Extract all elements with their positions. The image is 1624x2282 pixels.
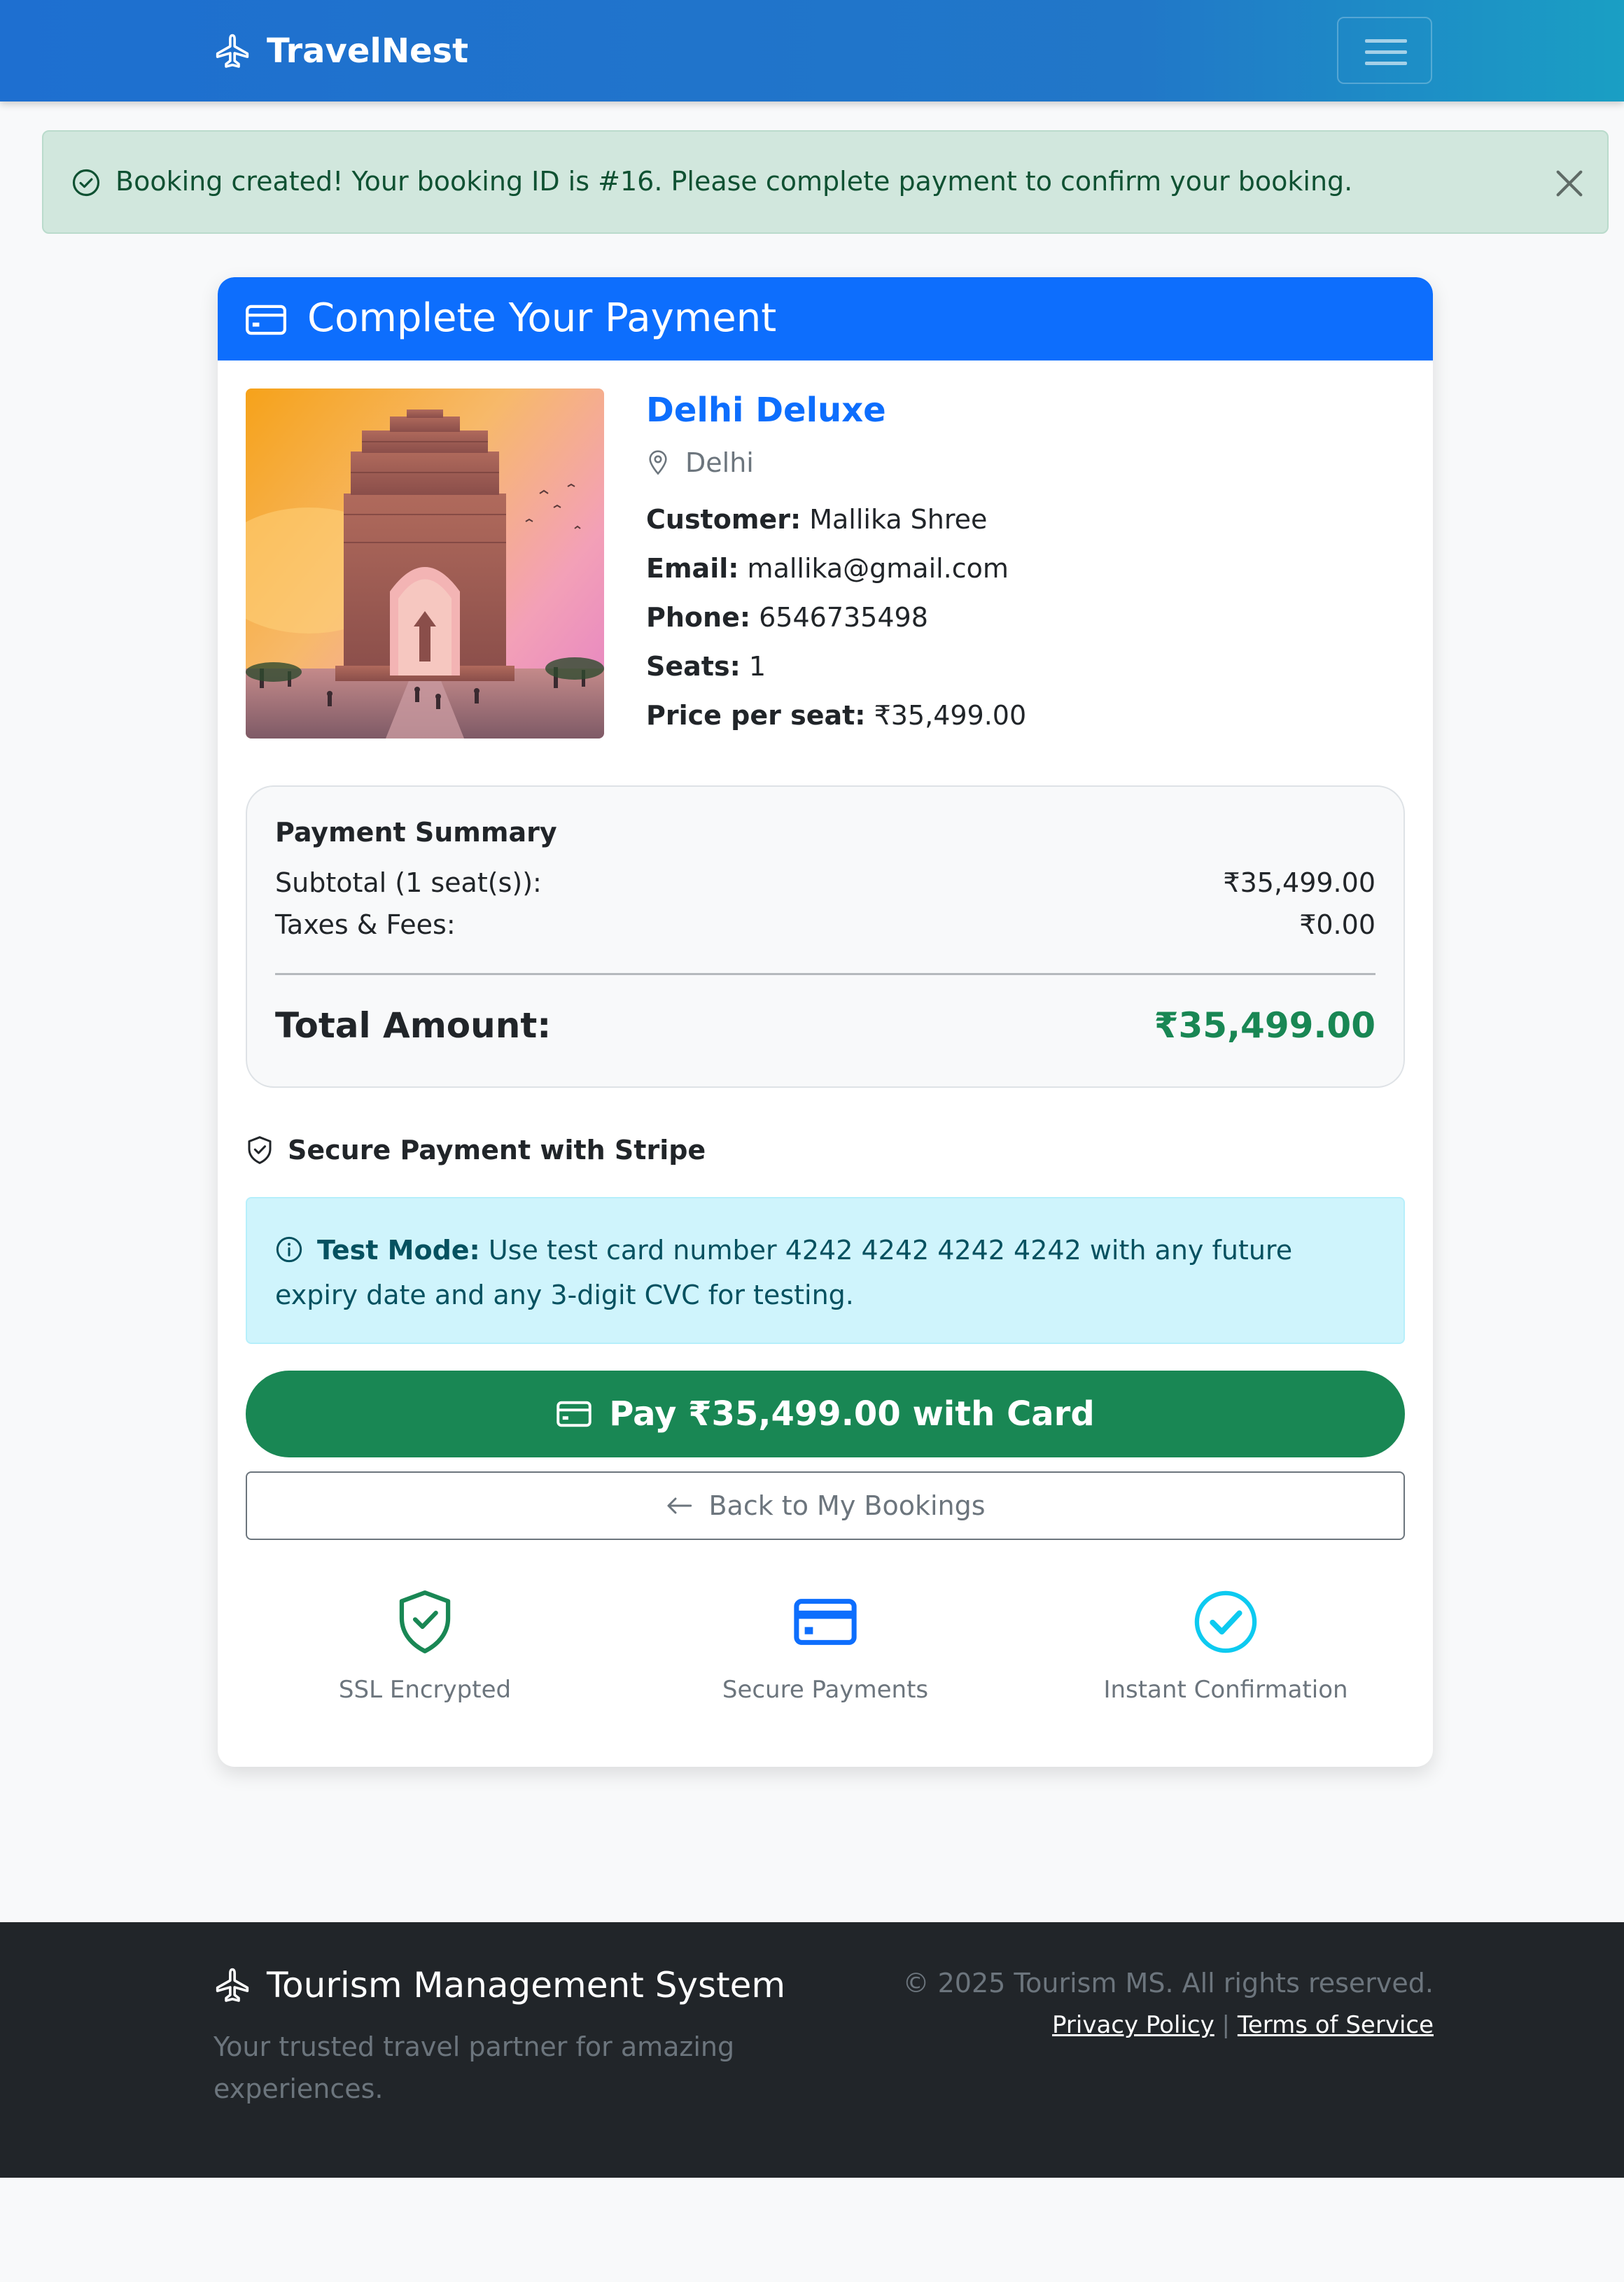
total-value: ₹35,499.00: [1154, 1005, 1376, 1046]
subtotal-label: Subtotal (1 seat(s)):: [275, 867, 542, 898]
credit-card-icon: [556, 1401, 592, 1427]
location-text: Delhi: [685, 447, 754, 478]
brand-name: TravelNest: [267, 31, 469, 71]
phone-value: 6546735498: [759, 602, 928, 633]
feature-instant-confirmation-label: Instant Confirmation: [1103, 1676, 1348, 1704]
card-title: Complete Your Payment: [307, 295, 777, 341]
feature-ssl: SSL Encrypted: [285, 1589, 565, 1705]
seats-value: 1: [748, 651, 766, 682]
footer-copyright: © 2025 Tourism MS. All rights reserved.: [902, 1968, 1434, 1998]
footer-tagline: Your trusted travel partner for amazing …: [214, 2031, 735, 2104]
brand-link[interactable]: TravelNest: [214, 28, 468, 74]
customer-row: Customer: Mallika Shree: [646, 502, 987, 537]
arrow-left-icon: [667, 1497, 692, 1514]
customer-label: Customer:: [646, 504, 802, 535]
phone-row: Phone: 6546735498: [646, 600, 928, 635]
hamburger-icon: [1365, 39, 1407, 43]
taxes-label: Taxes & Fees:: [275, 909, 456, 940]
hamburger-icon-line: [1365, 62, 1407, 65]
payment-card: Complete Your Payment Delhi Deluxe Delhi…: [218, 277, 1433, 1767]
secure-payment-heading: Secure Payment with Stripe: [246, 1133, 706, 1168]
alert-message: Booking created! Your booking ID is #16.…: [115, 166, 1353, 197]
test-mode-text: Test Mode: Use test card number 4242 424…: [275, 1228, 1381, 1317]
customer-value: Mallika Shree: [809, 504, 988, 535]
package-location: Delhi: [646, 445, 754, 480]
taxes-value: ₹0.00: [1299, 909, 1376, 940]
credit-card-icon: [246, 304, 286, 335]
close-icon[interactable]: [1550, 164, 1589, 203]
phone-label: Phone:: [646, 602, 751, 633]
payment-summary: Payment Summary Subtotal (1 seat(s)): ₹3…: [246, 785, 1405, 1088]
footer-title: Tourism Management System: [267, 1965, 786, 2005]
check-circle-icon: [72, 169, 100, 197]
seats-label: Seats:: [646, 651, 741, 682]
package-name: Delhi Deluxe: [646, 391, 886, 430]
summary-divider: [275, 973, 1376, 975]
card-header: Complete Your Payment: [218, 277, 1433, 360]
privacy-policy-link[interactable]: Privacy Policy: [1052, 2011, 1214, 2039]
terms-of-service-link[interactable]: Terms of Service: [1238, 2011, 1434, 2039]
airplane-icon: [216, 34, 249, 68]
taxes-row: Taxes & Fees: ₹0.00: [275, 907, 1376, 942]
check-circle-icon: [1194, 1590, 1257, 1653]
hamburger-icon-line: [1365, 50, 1407, 54]
secure-payment-text: Secure Payment with Stripe: [288, 1135, 706, 1166]
back-button-label: Back to My Bookings: [708, 1490, 986, 1521]
summary-title: Payment Summary: [275, 817, 557, 848]
navbar: TravelNest: [0, 0, 1624, 102]
price-label: Price per seat:: [646, 700, 866, 731]
airplane-icon: [216, 1968, 249, 2002]
price-row: Price per seat: ₹35,499.00: [646, 698, 1026, 733]
feature-secure-payments: Secure Payments: [685, 1589, 965, 1705]
subtotal-value: ₹35,499.00: [1223, 867, 1376, 898]
email-row: Email: mallika@gmail.com: [646, 551, 1009, 586]
total-label: Total Amount:: [275, 1005, 552, 1046]
india-gate-illustration: [246, 388, 604, 738]
subtotal-row: Subtotal (1 seat(s)): ₹35,499.00: [275, 865, 1376, 900]
info-circle-icon: [276, 1236, 302, 1263]
email-value: mallika@gmail.com: [747, 553, 1009, 584]
feature-ssl-label: SSL Encrypted: [338, 1676, 512, 1704]
test-mode-info: Test Mode: Use test card number 4242 424…: [246, 1197, 1405, 1344]
shield-check-icon: [399, 1590, 451, 1653]
footer-links: Privacy Policy | Terms of Service: [1052, 2009, 1434, 2041]
pay-with-card-button[interactable]: Pay ₹35,499.00 with Card: [246, 1371, 1405, 1457]
price-value: ₹35,499.00: [874, 700, 1027, 731]
pay-button-label: Pay ₹35,499.00 with Card: [609, 1394, 1095, 1434]
seats-row: Seats: 1: [646, 649, 766, 684]
map-pin-icon: [649, 450, 667, 475]
email-label: Email:: [646, 553, 739, 584]
shield-check-icon: [248, 1136, 272, 1164]
footer-link-separator: |: [1222, 2011, 1231, 2039]
test-mode-label: Test Mode:: [317, 1235, 480, 1266]
back-to-bookings-button[interactable]: Back to My Bookings: [246, 1471, 1405, 1540]
feature-instant-confirmation: Instant Confirmation: [1086, 1589, 1366, 1705]
credit-card-icon: [794, 1599, 857, 1645]
success-alert: Booking created! Your booking ID is #16.…: [42, 130, 1609, 234]
feature-secure-payments-label: Secure Payments: [722, 1676, 929, 1704]
footer: Tourism Management System Your trusted t…: [0, 1922, 1624, 2178]
navbar-toggler[interactable]: [1337, 17, 1432, 84]
tour-image: [246, 388, 604, 738]
footer-brand: Tourism Management System: [214, 1963, 785, 2008]
